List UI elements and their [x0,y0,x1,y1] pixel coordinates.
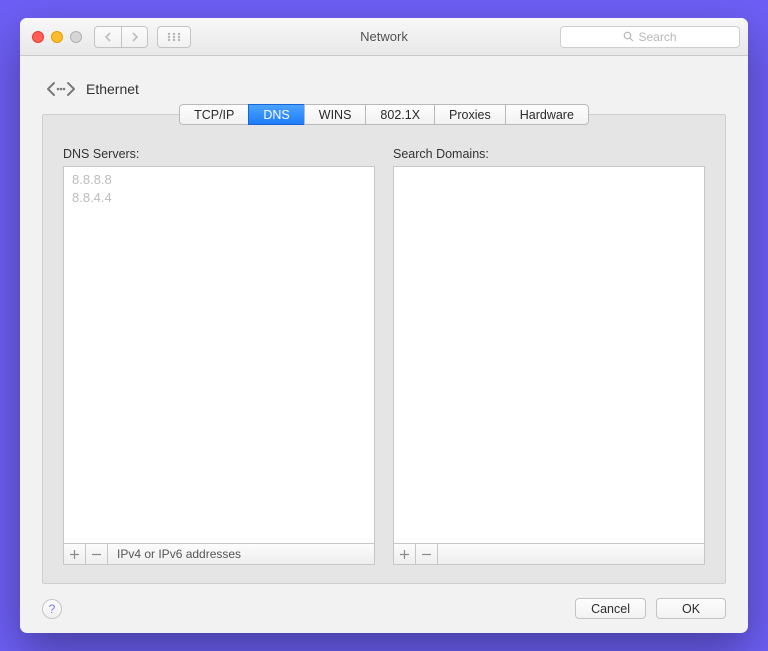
tab-wins[interactable]: WINS [304,104,366,125]
nav-buttons [94,26,148,48]
remove-domain-button[interactable] [416,544,438,564]
domains-list-controls [393,543,705,565]
traffic-lights [32,31,82,43]
window-body: Ethernet TCP/IPDNSWINS802.1XProxiesHardw… [20,56,748,633]
footer: ? Cancel OK [42,598,726,619]
show-all-button[interactable] [157,26,191,48]
search-domains-label: Search Domains: [393,147,705,161]
tab-tcpip[interactable]: TCP/IP [179,104,248,125]
titlebar: Network Search [20,18,748,56]
tab-dns[interactable]: DNS [248,104,303,125]
interface-name: Ethernet [86,81,139,97]
add-dns-button[interactable] [64,544,86,564]
list-item[interactable]: 8.8.4.4 [72,189,366,207]
dns-list-controls: IPv4 or IPv6 addresses [63,543,375,565]
search-input[interactable]: Search [560,26,740,48]
plus-icon [400,550,409,559]
tab-proxies[interactable]: Proxies [434,104,505,125]
ethernet-icon [44,74,78,104]
tab-hardware[interactable]: Hardware [505,104,589,125]
zoom-icon [70,31,82,43]
back-button[interactable] [94,26,121,48]
search-placeholder: Search [638,30,676,44]
settings-panel: TCP/IPDNSWINS802.1XProxiesHardware DNS S… [42,114,726,584]
minus-icon [422,550,431,559]
help-icon: ? [49,602,56,616]
forward-button[interactable] [121,26,148,48]
search-domains-column: Search Domains: [393,147,705,565]
dns-servers-list[interactable]: 8.8.8.88.8.4.4 [63,166,375,543]
minimize-icon[interactable] [51,31,63,43]
cancel-button[interactable]: Cancel [575,598,646,619]
dns-servers-label: DNS Servers: [63,147,375,161]
search-icon [623,31,634,42]
close-icon[interactable] [32,31,44,43]
minus-icon [92,550,101,559]
network-window: Network Search Ethernet TCP/IPDNSWINS802… [20,18,748,633]
dns-hint: IPv4 or IPv6 addresses [117,547,241,561]
ok-button[interactable]: OK [656,598,726,619]
remove-dns-button[interactable] [86,544,108,564]
grid-icon [167,32,181,42]
add-domain-button[interactable] [394,544,416,564]
search-domains-list[interactable] [393,166,705,543]
footer-buttons: Cancel OK [575,598,726,619]
help-button[interactable]: ? [42,599,62,619]
columns: DNS Servers: 8.8.8.88.8.4.4 IPv4 or IPv6… [63,147,705,565]
tabs-row: TCP/IPDNSWINS802.1XProxiesHardware [179,104,589,125]
dns-servers-column: DNS Servers: 8.8.8.88.8.4.4 IPv4 or IPv6… [63,147,375,565]
list-item[interactable]: 8.8.8.8 [72,171,366,189]
tab-8021x[interactable]: 802.1X [365,104,434,125]
plus-icon [70,550,79,559]
